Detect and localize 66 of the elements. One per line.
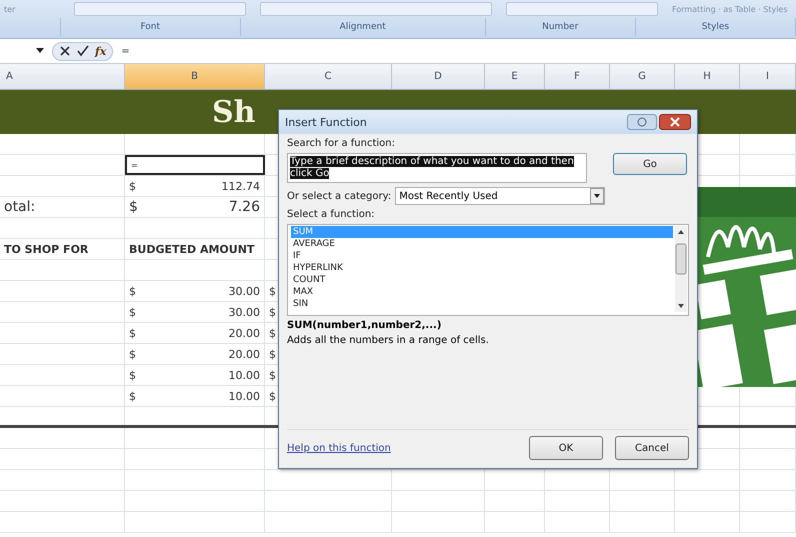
go-button[interactable]: Go: [613, 153, 687, 175]
table-cell: 30.00: [228, 284, 260, 298]
column-header[interactable]: E: [485, 64, 545, 89]
function-item[interactable]: SIN: [291, 298, 673, 310]
search-field[interactable]: Type a brief description of what you want to do and then click Go: [287, 153, 587, 183]
table-cell: otal:: [4, 199, 36, 215]
currency-sign: $: [129, 180, 136, 192]
ribbon-label: ter: [4, 4, 16, 14]
category-label: Or select a category:: [287, 190, 392, 202]
currency-sign: $: [269, 326, 276, 340]
table-cell: TO SHOP FOR: [4, 242, 88, 256]
function-description: Adds all the numbers in a range of cells.: [287, 335, 490, 346]
dropdown-arrow-icon[interactable]: [36, 48, 44, 54]
table-cell: BUDGETED AMOUNT: [129, 242, 254, 256]
search-label: Search for a function:: [287, 138, 396, 149]
dialog-button[interactable]: Cancel: [615, 436, 689, 460]
ribbon-group-label: Number: [486, 18, 636, 36]
column-header[interactable]: C: [265, 64, 392, 89]
ribbon-group-label: Styles: [636, 18, 796, 36]
function-item[interactable]: COUNT: [291, 274, 673, 286]
ribbon-group-label: Alignment: [240, 18, 486, 36]
column-header[interactable]: H: [675, 64, 740, 89]
table-cell: 20.00: [228, 348, 260, 360]
currency-sign: $: [129, 348, 136, 360]
table-cell: 112.74: [222, 180, 260, 192]
sheet-title: Sh: [212, 94, 256, 130]
column-header[interactable]: I: [740, 64, 796, 89]
dialog-title: Insert Function: [285, 116, 367, 128]
function-item[interactable]: MAX: [291, 286, 673, 298]
active-cell[interactable]: =: [125, 155, 265, 175]
formula-field[interactable]: =: [121, 46, 796, 56]
currency-sign: $: [129, 390, 136, 402]
currency-sign: $: [129, 284, 136, 298]
table-cell: 20.00: [228, 326, 260, 340]
currency-sign: $: [269, 284, 276, 298]
column-header[interactable]: D: [392, 64, 485, 89]
close-button[interactable]: [659, 114, 691, 130]
currency-sign: $: [269, 390, 276, 402]
table-cell: 10.00: [228, 390, 260, 402]
function-item[interactable]: HYPERLINK: [291, 262, 673, 274]
currency-sign: $: [129, 199, 138, 215]
ribbon-group-label: Font: [60, 18, 241, 36]
function-signature: SUM(number1,number2,...): [287, 320, 442, 331]
function-item[interactable]: IF: [291, 250, 673, 262]
check-icon[interactable]: [77, 45, 89, 57]
currency-sign: $: [269, 306, 276, 318]
currency-sign: $: [129, 306, 136, 318]
currency-sign: $: [269, 348, 276, 360]
currency-sign: $: [129, 326, 136, 340]
table-cell: 30.00: [228, 306, 260, 318]
table-cell: 7.26: [228, 199, 260, 215]
function-list-label: Select a function:: [287, 209, 376, 220]
category-dropdown[interactable]: Most Recently Used: [395, 187, 606, 205]
insert-function-button[interactable]: fx: [95, 44, 106, 58]
currency-sign: $: [269, 368, 276, 382]
help-link[interactable]: Help on this function: [287, 442, 391, 454]
dialog-button[interactable]: OK: [529, 436, 603, 460]
column-header[interactable]: G: [610, 64, 675, 89]
table-cell: 10.00: [228, 368, 260, 382]
column-header[interactable]: B: [125, 64, 265, 89]
cancel-icon[interactable]: [59, 45, 71, 57]
column-header[interactable]: F: [545, 64, 610, 89]
function-item[interactable]: AVERAGE: [291, 238, 673, 250]
currency-sign: $: [129, 368, 136, 382]
help-button[interactable]: [627, 114, 657, 130]
scrollbar[interactable]: [675, 226, 687, 312]
